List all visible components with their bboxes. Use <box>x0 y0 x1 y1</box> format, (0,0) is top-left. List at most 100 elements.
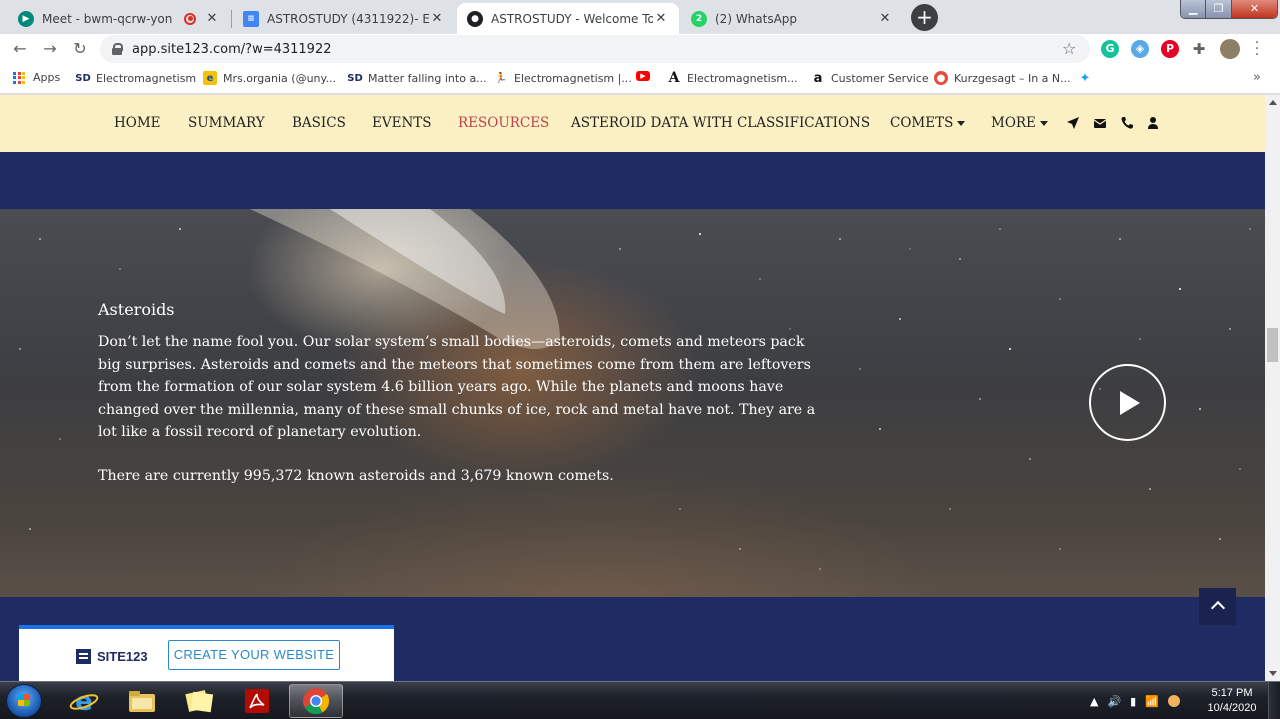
window-controls: ▁ ❐ ✕ <box>1180 0 1278 19</box>
clock-time: 5:17 PM <box>1211 687 1253 699</box>
volume-icon[interactable]: 🔊 <box>1107 695 1121 708</box>
bookmark-label: Electromagnetism <box>96 71 197 85</box>
tab-title: ASTROSTUDY - Welcome To <box>491 11 653 26</box>
nav-home[interactable]: HOME <box>114 115 161 131</box>
nav-events[interactable]: EVENTS <box>372 115 432 131</box>
play-video-button[interactable] <box>1089 364 1166 441</box>
youtube-icon: ▶ <box>636 71 650 81</box>
nav-more-label: MORE <box>991 115 1036 131</box>
close-icon[interactable]: ✕ <box>204 11 220 26</box>
recording-icon <box>184 12 196 25</box>
alien-icon: ● <box>467 10 483 27</box>
tab-strip: ▶ Meet - bwm-qcrw-yon ✕ ≡ ASTROSTUDY (43… <box>0 0 1280 34</box>
twitter-icon: ✦ <box>1079 70 1091 86</box>
address-bar[interactable]: app.site123.com/?w=4311922 <box>100 35 1090 63</box>
location-arrow-icon[interactable] <box>1066 116 1080 130</box>
tab-welcome[interactable]: ● ASTROSTUDY - Welcome To ✕ <box>457 3 679 34</box>
start-button[interactable] <box>6 684 42 718</box>
tray-chevron-up-icon[interactable]: ▲ <box>1090 695 1098 708</box>
bookmark-kurzgesagt[interactable]: ● Kurzgesagt – In a N... <box>934 71 1071 85</box>
tab-editor[interactable]: ≡ ASTROSTUDY (4311922)- Editor - ✕ <box>233 3 455 34</box>
lock-icon <box>112 43 123 55</box>
site123-promo-banner: SITE123 CREATE YOUR WEBSITE <box>19 625 394 681</box>
network-signal-icon[interactable]: 📶 <box>1145 695 1159 708</box>
bookmark-label: Customer Service <box>831 71 929 85</box>
hero-paragraph: Don’t let the name fool you. Our solar s… <box>98 334 816 441</box>
chevron-right-icon[interactable]: » <box>1253 70 1261 85</box>
sd-icon: SD <box>75 72 91 84</box>
tab-whatsapp[interactable]: 2 (2) WhatsApp ✕ <box>681 3 903 34</box>
bookmark-star-icon[interactable]: ☆ <box>1062 39 1076 58</box>
file-explorer-icon[interactable] <box>115 684 169 718</box>
system-clock[interactable]: 5:17 PM 10/4/2020 <box>1204 686 1260 716</box>
color-circle-icon[interactable] <box>1167 695 1180 707</box>
battery-icon[interactable]: ▮ <box>1130 695 1136 708</box>
url-text: app.site123.com/?w=4311922 <box>132 41 332 57</box>
tab-title: (2) WhatsApp <box>715 11 798 26</box>
nav-resources[interactable]: RESOURCES <box>458 115 549 131</box>
envelope-icon[interactable] <box>1093 116 1107 130</box>
tab-title: ASTROSTUDY (4311922)- Editor - <box>267 11 429 26</box>
nav-basics[interactable]: BASICS <box>292 115 346 131</box>
puzzle-icon[interactable]: ✚ <box>1190 40 1208 58</box>
maximize-button[interactable]: ❐ <box>1206 0 1232 18</box>
bookmark-electromagnetism-3[interactable]: A Electromagnetism... <box>667 70 798 86</box>
chrome-icon[interactable] <box>289 684 343 718</box>
bookmark-electromagnetism-2[interactable]: 🏃 Electromagnetism |... <box>494 71 632 85</box>
forward-button[interactable]: → <box>40 39 60 59</box>
scroll-down-arrow-icon[interactable] <box>1265 666 1280 681</box>
user-icon[interactable] <box>1146 116 1160 130</box>
nav-more[interactable]: MORE <box>991 115 1048 131</box>
close-icon[interactable]: ✕ <box>429 11 445 26</box>
bookmark-twitter[interactable]: ✦ <box>1078 70 1098 86</box>
site123-logo-icon <box>76 649 91 664</box>
browser-toolbar: ← → ↻ app.site123.com/?w=4311922 ☆ G ◈ P… <box>0 34 1280 64</box>
bookmark-label: Mrs.organia (@uny... <box>223 71 336 85</box>
sd-icon: SD <box>347 72 363 84</box>
create-website-button[interactable]: CREATE YOUR WEBSITE <box>168 640 340 670</box>
site-navbar: HOME SUMMARY BASICS EVENTS RESOURCES AST… <box>0 95 1265 152</box>
bookmark-label: Electromagnetism... <box>687 71 798 85</box>
nav-comets[interactable]: COMETS <box>890 115 966 131</box>
pinterest-icon[interactable]: P <box>1161 40 1179 58</box>
sticky-notes-icon[interactable] <box>172 684 226 718</box>
menu-icon[interactable]: · · · <box>1252 36 1262 62</box>
new-tab-button[interactable]: + <box>911 4 938 31</box>
close-icon[interactable]: ✕ <box>653 11 669 26</box>
minimize-button[interactable]: ▁ <box>1181 0 1207 18</box>
scroll-up-arrow-icon[interactable] <box>1265 95 1280 110</box>
back-button[interactable]: ← <box>10 39 30 59</box>
bookmark-customer-service[interactable]: a Customer Service <box>811 71 929 86</box>
close-icon[interactable]: ✕ <box>877 11 893 26</box>
close-window-button[interactable]: ✕ <box>1231 0 1277 18</box>
scroll-to-top-button[interactable] <box>1199 588 1236 625</box>
bookmark-youtube[interactable]: ▶ <box>636 71 656 81</box>
caret-down-icon <box>1039 121 1048 126</box>
tab-title: Meet - bwm-qcrw-yon <box>42 11 173 26</box>
clock-date: 10/4/2020 <box>1207 702 1257 714</box>
bookmark-matter-falling[interactable]: SD Matter falling into a... <box>347 71 486 85</box>
nav-summary[interactable]: SUMMARY <box>188 115 265 131</box>
bookmark-mrs-organia[interactable]: e Mrs.organia (@uny... <box>203 71 336 85</box>
bookmark-electromagnetism[interactable]: SD Electromagnetism <box>75 71 197 85</box>
system-tray: ▲ 🔊 ▮ 📶 <box>1090 690 1180 712</box>
reload-button[interactable]: ↻ <box>70 39 90 59</box>
nav-asteroid-data[interactable]: ASTEROID DATA WITH CLASSIFICATIONS <box>571 115 870 131</box>
phone-icon[interactable] <box>1120 116 1134 130</box>
avatar[interactable] <box>1220 39 1240 59</box>
internet-explorer-icon[interactable]: e <box>57 684 111 718</box>
windows-taskbar: e ▲ 🔊 ▮ 📶 5:17 PM 10/4/2020 <box>0 681 1280 719</box>
extension-icon[interactable]: ◈ <box>1131 40 1149 58</box>
tab-meet[interactable]: ▶ Meet - bwm-qcrw-yon ✕ <box>8 3 230 34</box>
whatsapp-icon: 2 <box>691 10 707 27</box>
site123-logo: SITE123 <box>76 649 148 664</box>
show-desktop-button[interactable] <box>1268 682 1280 719</box>
letter-a-icon: A <box>668 70 680 86</box>
hero-section: Asteroids Don’t let the name fool you. O… <box>0 209 1265 597</box>
grammarly-icon[interactable]: G <box>1101 40 1119 58</box>
page-scrollbar[interactable] <box>1265 95 1280 681</box>
header-band <box>0 152 1265 209</box>
scrollbar-thumb[interactable] <box>1267 328 1278 362</box>
acrobat-icon[interactable] <box>230 684 284 718</box>
bookmark-apps[interactable]: Apps <box>13 71 60 84</box>
